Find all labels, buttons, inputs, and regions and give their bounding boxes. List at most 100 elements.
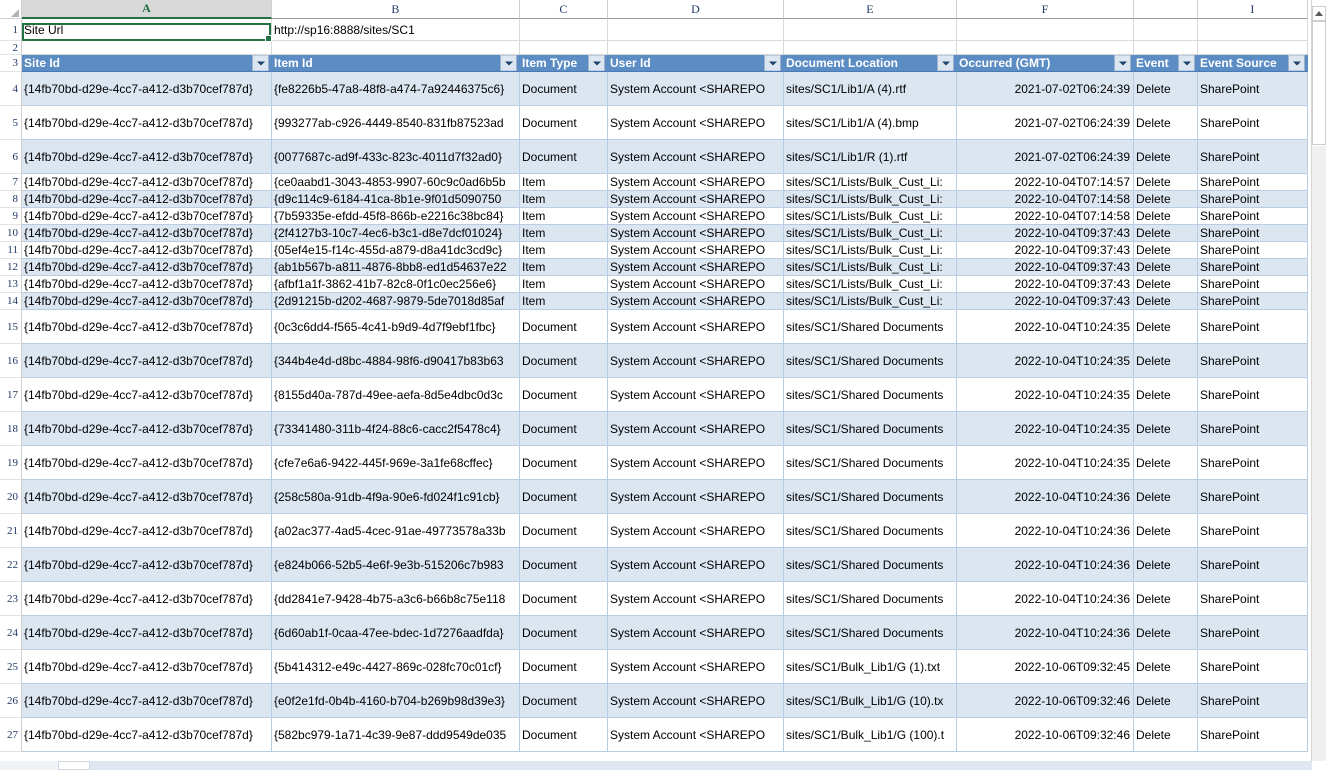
- cell-event_source[interactable]: SharePoint: [1198, 174, 1308, 191]
- cell-site_id[interactable]: {14fb70bd-d29e-4cc7-a412-d3b70cef787d}: [22, 446, 272, 480]
- row-header-19[interactable]: 19: [0, 446, 22, 480]
- cell-item_id[interactable]: {344b4e4d-d8bc-4884-98f6-d90417b83b63: [272, 344, 520, 378]
- cell-occurred[interactable]: 2022-10-04T10:24:36: [957, 548, 1134, 582]
- row-header-14[interactable]: 14: [0, 293, 22, 310]
- cell-site_id[interactable]: {14fb70bd-d29e-4cc7-a412-d3b70cef787d}: [22, 276, 272, 293]
- cell-occurred[interactable]: 2021-07-02T06:24:39: [957, 106, 1134, 140]
- table-row[interactable]: {14fb70bd-d29e-4cc7-a412-d3b70cef787d} {e…: [22, 684, 1312, 718]
- cell-event_source[interactable]: SharePoint: [1198, 259, 1308, 276]
- cell-E2[interactable]: [784, 41, 957, 55]
- filter-dropdown-icon[interactable]: [1288, 55, 1305, 71]
- cell-user_id[interactable]: System Account <SHAREPO: [608, 310, 784, 344]
- cell-event[interactable]: Delete: [1134, 480, 1198, 514]
- cell-event_source[interactable]: SharePoint: [1198, 446, 1308, 480]
- cell-item_id[interactable]: {05ef4e15-f14c-455d-a879-d8a41dc3cd9c}: [272, 242, 520, 259]
- cell-occurred[interactable]: 2022-10-04T10:24:35: [957, 344, 1134, 378]
- cell-item_id[interactable]: {cfe7e6a6-9422-445f-969e-3a1fe68cffec}: [272, 446, 520, 480]
- cell-event[interactable]: Delete: [1134, 140, 1198, 174]
- cell-user_id[interactable]: System Account <SHAREPO: [608, 582, 784, 616]
- table-row[interactable]: {14fb70bd-d29e-4cc7-a412-d3b70cef787d} {c…: [22, 446, 1312, 480]
- cell-item_type[interactable]: Document: [520, 548, 608, 582]
- cell-doc_location[interactable]: sites/SC1/Bulk_Lib1/G (10).tx: [784, 684, 957, 718]
- filter-dropdown-icon[interactable]: [252, 55, 269, 71]
- cell-item_type[interactable]: Document: [520, 412, 608, 446]
- table-row[interactable]: {14fb70bd-d29e-4cc7-a412-d3b70cef787d} {3…: [22, 344, 1312, 378]
- cell-occurred[interactable]: 2022-10-04T10:24:35: [957, 378, 1134, 412]
- cell-site_id[interactable]: {14fb70bd-d29e-4cc7-a412-d3b70cef787d}: [22, 259, 272, 276]
- row-header-3[interactable]: 3: [0, 55, 22, 72]
- cell-A1[interactable]: Site Url: [22, 19, 272, 41]
- cell-occurred[interactable]: 2022-10-06T09:32:46: [957, 684, 1134, 718]
- cell-occurred[interactable]: 2022-10-06T09:32:46: [957, 718, 1134, 752]
- row-header-18[interactable]: 18: [0, 412, 22, 446]
- cell-site_id[interactable]: {14fb70bd-d29e-4cc7-a412-d3b70cef787d}: [22, 344, 272, 378]
- cell-event[interactable]: Delete: [1134, 718, 1198, 752]
- cell-item_type[interactable]: Item: [520, 276, 608, 293]
- cell-item_type[interactable]: Document: [520, 378, 608, 412]
- cell-site_id[interactable]: {14fb70bd-d29e-4cc7-a412-d3b70cef787d}: [22, 208, 272, 225]
- cell-event[interactable]: Delete: [1134, 191, 1198, 208]
- cell-occurred[interactable]: 2022-10-04T10:24:35: [957, 412, 1134, 446]
- cell-user_id[interactable]: System Account <SHAREPO: [608, 140, 784, 174]
- cell-user_id[interactable]: System Account <SHAREPO: [608, 446, 784, 480]
- cell-item_type[interactable]: Document: [520, 446, 608, 480]
- cell-user_id[interactable]: System Account <SHAREPO: [608, 548, 784, 582]
- vertical-scrollbar[interactable]: [1311, 0, 1326, 761]
- cell-event_source[interactable]: SharePoint: [1198, 191, 1308, 208]
- table-row[interactable]: {14fb70bd-d29e-4cc7-a412-d3b70cef787d} {a…: [22, 276, 1312, 293]
- cell-event_source[interactable]: SharePoint: [1198, 582, 1308, 616]
- cell-item_type[interactable]: Item: [520, 242, 608, 259]
- cell-site_id[interactable]: {14fb70bd-d29e-4cc7-a412-d3b70cef787d}: [22, 582, 272, 616]
- cell-user_id[interactable]: System Account <SHAREPO: [608, 480, 784, 514]
- vertical-scroll-track[interactable]: [1312, 146, 1326, 761]
- row-header-26[interactable]: 26: [0, 684, 22, 718]
- cell-user_id[interactable]: System Account <SHAREPO: [608, 174, 784, 191]
- cell-item_id[interactable]: {73341480-311b-4f24-88c6-cacc2f5478c4}: [272, 412, 520, 446]
- table-row[interactable]: {14fb70bd-d29e-4cc7-a412-d3b70cef787d} {7…: [22, 208, 1312, 225]
- cell-doc_location[interactable]: sites/SC1/Shared Documents: [784, 480, 957, 514]
- column-header-D[interactable]: D: [608, 0, 784, 19]
- cell-item_type[interactable]: Item: [520, 208, 608, 225]
- cell-event[interactable]: Delete: [1134, 378, 1198, 412]
- cell-site_id[interactable]: {14fb70bd-d29e-4cc7-a412-d3b70cef787d}: [22, 310, 272, 344]
- cell-site_id[interactable]: {14fb70bd-d29e-4cc7-a412-d3b70cef787d}: [22, 514, 272, 548]
- cell-event[interactable]: Delete: [1134, 310, 1198, 344]
- cell-event[interactable]: Delete: [1134, 259, 1198, 276]
- cell-user_id[interactable]: System Account <SHAREPO: [608, 242, 784, 259]
- cell-event_source[interactable]: SharePoint: [1198, 514, 1308, 548]
- column-header-C[interactable]: C: [520, 0, 608, 19]
- cell-item_id[interactable]: {ce0aabd1-3043-4853-9907-60c9c0ad6b5b: [272, 174, 520, 191]
- cell-item_id[interactable]: {afbf1a1f-3862-41b7-82c8-0f1c0ec256e6}: [272, 276, 520, 293]
- cell-event[interactable]: Delete: [1134, 242, 1198, 259]
- cell-event_source[interactable]: SharePoint: [1198, 650, 1308, 684]
- cell-occurred[interactable]: 2022-10-04T07:14:57: [957, 174, 1134, 191]
- cell-B1[interactable]: http://sp16:8888/sites/SC1: [272, 19, 520, 41]
- cell-I1[interactable]: [1198, 19, 1308, 41]
- table-row[interactable]: {14fb70bd-d29e-4cc7-a412-d3b70cef787d} {0…: [22, 140, 1312, 174]
- cell-user_id[interactable]: System Account <SHAREPO: [608, 650, 784, 684]
- cell-user_id[interactable]: System Account <SHAREPO: [608, 412, 784, 446]
- cell-event_source[interactable]: SharePoint: [1198, 72, 1308, 106]
- cell-doc_location[interactable]: sites/SC1/Shared Documents: [784, 514, 957, 548]
- cell-occurred[interactable]: 2022-10-04T10:24:35: [957, 310, 1134, 344]
- vertical-scroll-thumb[interactable]: [1312, 21, 1326, 145]
- cell-event_source[interactable]: SharePoint: [1198, 548, 1308, 582]
- cell-occurred[interactable]: 2022-10-04T10:24:36: [957, 514, 1134, 548]
- filter-dropdown-icon[interactable]: [588, 55, 605, 71]
- cell-site_id[interactable]: {14fb70bd-d29e-4cc7-a412-d3b70cef787d}: [22, 140, 272, 174]
- row-header-7[interactable]: 7: [0, 174, 22, 191]
- cell-event_source[interactable]: SharePoint: [1198, 480, 1308, 514]
- cell-item_id[interactable]: {258c580a-91db-4f9a-90e6-fd024f1c91cb}: [272, 480, 520, 514]
- cell-user_id[interactable]: System Account <SHAREPO: [608, 259, 784, 276]
- cell-doc_location[interactable]: sites/SC1/Shared Documents: [784, 310, 957, 344]
- cell-event[interactable]: Delete: [1134, 225, 1198, 242]
- cell-doc_location[interactable]: sites/SC1/Lists/Bulk_Cust_Li:: [784, 225, 957, 242]
- cell-I2[interactable]: [1198, 41, 1308, 55]
- cell-F1[interactable]: [957, 19, 1134, 41]
- table-row[interactable]: {14fb70bd-d29e-4cc7-a412-d3b70cef787d} {6…: [22, 616, 1312, 650]
- cell-item_type[interactable]: Document: [520, 310, 608, 344]
- cell-item_type[interactable]: Item: [520, 293, 608, 310]
- cell-user_id[interactable]: System Account <SHAREPO: [608, 225, 784, 242]
- row-header-20[interactable]: 20: [0, 480, 22, 514]
- cell-site_id[interactable]: {14fb70bd-d29e-4cc7-a412-d3b70cef787d}: [22, 412, 272, 446]
